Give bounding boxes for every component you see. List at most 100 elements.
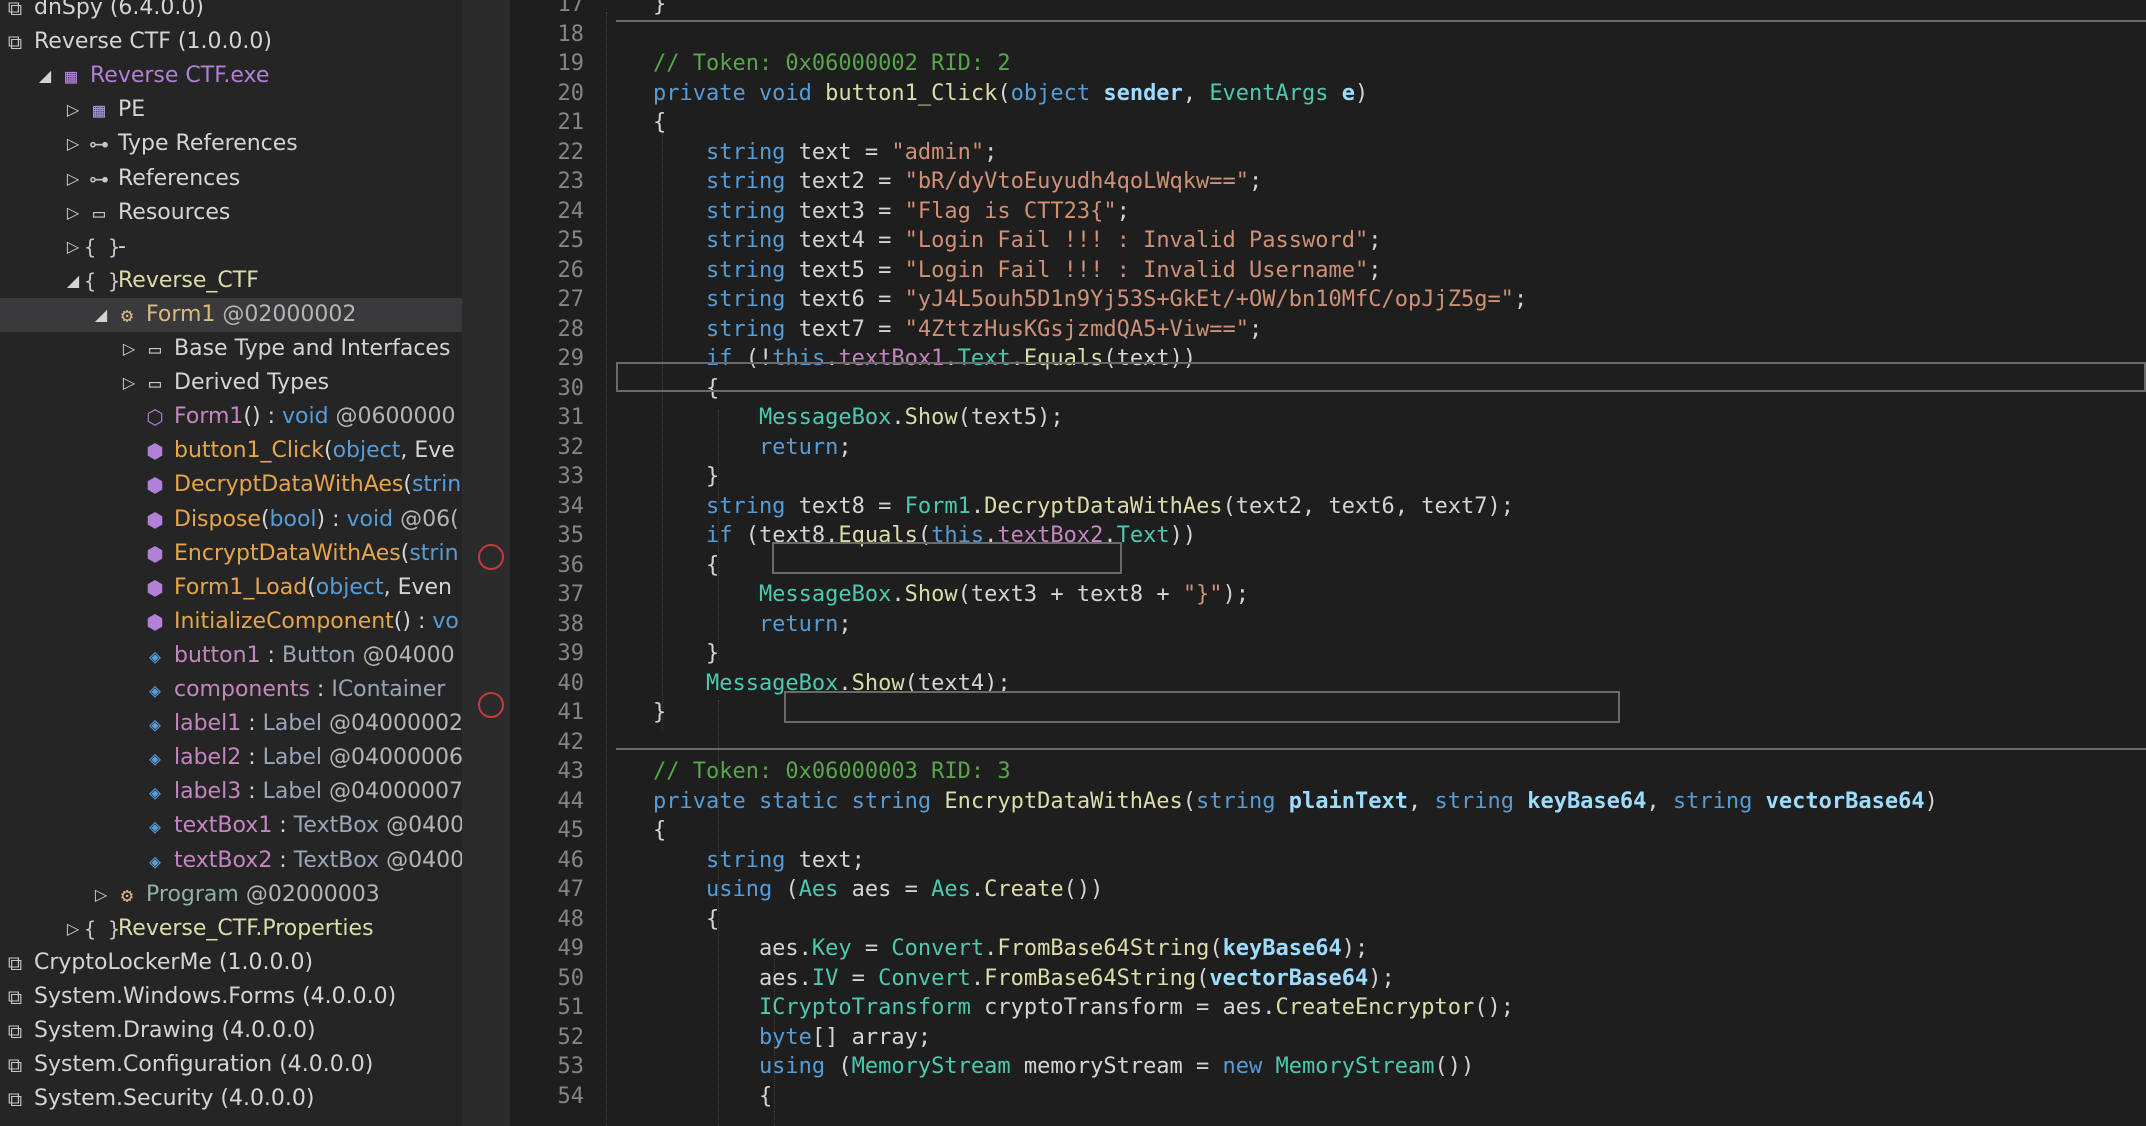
tree-item[interactable]: ⧉ System.Drawing (4.0.0.0) [0,1014,462,1048]
code-token: ; [1249,169,1263,194]
code-line[interactable]: 18 [510,19,2146,51]
expand-arrow-icon[interactable]: ▷ [64,196,82,230]
tree-item[interactable]: ▷{ } Reverse_CTF.Properties [0,912,462,946]
tree-item[interactable]: ⬢ Form1_Load(object, Even [0,571,462,605]
code-line[interactable]: 37 MessageBox.Show(text3 + text8 + "}"); [510,579,2146,611]
tree-item[interactable]: ⬢ InitializeComponent() : vo [0,605,462,639]
line-number: 27 [557,287,585,312]
code-token: ()) [1063,877,1104,902]
breakpoint-line-35[interactable] [478,544,504,570]
tree-item[interactable]: ▷ ▭ Base Type and Interfaces [0,332,462,366]
expand-arrow-icon[interactable]: ▷ [120,366,138,400]
tree-item[interactable]: ◈ textBox1 : TextBox @0400 [0,809,462,843]
expand-arrow-icon[interactable]: ▷ [64,93,82,127]
tree-item[interactable]: ▷{ } - [0,230,462,264]
tree-item[interactable]: ◢ ▦ Reverse CTF.exe [0,59,462,93]
expand-arrow-icon[interactable]: ▷ [64,127,82,161]
code-line[interactable]: 44 private static string EncryptDataWith… [510,786,2146,818]
code-line[interactable]: 50 aes.IV = Convert.FromBase64String(vec… [510,963,2146,995]
tree-item-name: InitializeComponent [174,608,394,634]
tree-item[interactable]: ⬢ DecryptDataWithAes(strin [0,468,462,502]
code-line[interactable]: 52 byte[] array; [510,1022,2146,1054]
collapse-arrow-icon[interactable]: ◢ [92,298,110,332]
code-line[interactable]: 38 return; [510,609,2146,641]
code-line[interactable]: 51 ICryptoTransform cryptoTransform = ae… [510,992,2146,1024]
tree-item[interactable]: ◈ components : IContainer [0,673,462,707]
expand-arrow-icon[interactable]: ▷ [64,912,82,946]
code-line[interactable]: 26 string text5 = "Login Fail !!! : Inva… [510,255,2146,287]
code-line[interactable]: 33 } [510,461,2146,493]
tree-item[interactable]: ▷ ⊶ Type References [0,127,462,161]
tree-item[interactable]: ⧉ dnSpy (6.4.0.0) [0,0,462,25]
code-line[interactable]: 31 MessageBox.Show(text5); [510,402,2146,434]
expand-arrow-icon[interactable]: ▷ [92,878,110,912]
code-line[interactable]: 20 private void button1_Click(object sen… [510,78,2146,110]
code-line[interactable]: 53 using (MemoryStream memoryStream = ne… [510,1051,2146,1083]
tree-item-name: DecryptDataWithAes [174,472,404,498]
tree-item[interactable]: ⧉ Reverse CTF (1.0.0.0) [0,25,462,59]
code-line[interactable]: 32 return; [510,432,2146,464]
code-text: // Token: 0x06000003 RID: 3 [600,756,1011,788]
tree-item[interactable]: ⧉ CryptoLockerMe (1.0.0.0) [0,946,462,980]
code-line[interactable]: 47 using (Aes aes = Aes.Create()) [510,874,2146,906]
expand-arrow-icon[interactable]: ▷ [120,332,138,366]
code-token: . [891,405,905,430]
code-token: { [600,1083,773,1109]
code-line[interactable]: 22 string text = "admin"; [510,137,2146,169]
tree-item[interactable]: ⬢ EncryptDataWithAes(strin [0,537,462,571]
code-line[interactable]: 23 string text2 = "bR/dyVtoEuyudh4qoLWqk… [510,166,2146,198]
tree-item[interactable]: ◢ ⚙ Form1 @02000002 [0,297,462,332]
tree-item[interactable]: ⬢ button1_Click(object, Eve [0,434,462,468]
tree-item[interactable]: ◢{ } Reverse_CTF [0,264,462,298]
code-editor[interactable]: 17 } 18 19 // Token: 0x06000002 RID: 2 20 p… [510,0,2146,1126]
tree-item[interactable]: ⬡ Form1() : void @0600000 [0,400,462,434]
collapse-arrow-icon[interactable]: ◢ [36,59,54,93]
code-token: vectorBase64 [1765,788,1925,814]
code-token: Aes [798,877,852,902]
tree-item-label: Reverse_CTF.Properties [118,912,374,946]
code-line[interactable]: 35 if (text8.Equals(this.textBox2.Text)) [510,520,2146,552]
code-line[interactable]: 27 string text6 = "yJ4L5ouh5D1n9Yj53S+Gk… [510,284,2146,316]
tree-item[interactable]: ⬢ Dispose(bool) : void @06( [0,503,462,537]
code-line[interactable]: 48 { [510,904,2146,936]
tree-item[interactable]: ◈ label2 : Label @04000006 [0,741,462,775]
expand-arrow-icon[interactable]: ▷ [64,162,82,196]
code-token: Show [904,405,958,430]
code-line[interactable]: 21 { [510,107,2146,139]
tree-item[interactable]: ◈ button1 : Button @04000 [0,639,462,673]
code-line[interactable]: 54 { [510,1081,2146,1113]
tree-item[interactable]: ▷ ▭ Derived Types [0,366,462,400]
tree-item-token: @0600000 [328,404,456,430]
code-line[interactable]: 49 aes.Key = Convert.FromBase64String(ke… [510,933,2146,965]
tree-item[interactable]: ⧉ System.Configuration (4.0.0.0) [0,1048,462,1082]
code-token: string [600,493,799,519]
tree-item[interactable]: ▷ ⊶ References [0,162,462,196]
tree-item[interactable]: ▷ ▦ PE [0,93,462,127]
tree-item-signature: : [309,677,332,702]
code-token: keyBase64 [1527,788,1647,814]
code-line[interactable]: 43 // Token: 0x06000003 RID: 3 [510,756,2146,788]
code-line[interactable]: 25 string text4 = "Login Fail !!! : Inva… [510,225,2146,257]
collapse-arrow-icon[interactable]: ◢ [64,264,82,298]
tree-item[interactable]: ⧉ System.Windows.Forms (4.0.0.0) [0,980,462,1014]
code-line[interactable]: 46 string text; [510,845,2146,877]
code-line[interactable]: 19 // Token: 0x06000002 RID: 2 [510,48,2146,80]
code-line[interactable]: 42 [510,727,2146,759]
code-line[interactable]: 39 } [510,638,2146,670]
code-line[interactable]: 24 string text3 = "Flag is CTT23{"; [510,196,2146,228]
tree-item[interactable]: ◈ label1 : Label @04000002 [0,707,462,741]
tree-item-label: label3 : Label @04000007 [174,775,462,809]
tree-item[interactable]: ◈ label3 : Label @04000007 [0,775,462,809]
code-line[interactable]: 45 { [510,815,2146,847]
field-icon: ◈ [148,780,162,805]
breakpoint-line-40[interactable] [478,692,504,718]
code-line[interactable]: 28 string text7 = "4ZttzHusKGsjzmdQA5+Vi… [510,314,2146,346]
tree-item[interactable]: ◈ textBox2 : TextBox @0400 [0,844,462,878]
expand-arrow-icon[interactable]: ▷ [64,230,82,264]
code-line[interactable]: 36 { [510,550,2146,582]
tree-item[interactable]: ▷ ▭ Resources [0,196,462,230]
tree-item[interactable]: ⧉ System.Security (4.0.0.0) [0,1082,462,1116]
code-token: Convert [878,965,971,991]
tree-item[interactable]: ▷ ⚙ Program @02000003 [0,878,462,912]
code-line[interactable]: 34 string text8 = Form1.DecryptDataWithA… [510,491,2146,523]
